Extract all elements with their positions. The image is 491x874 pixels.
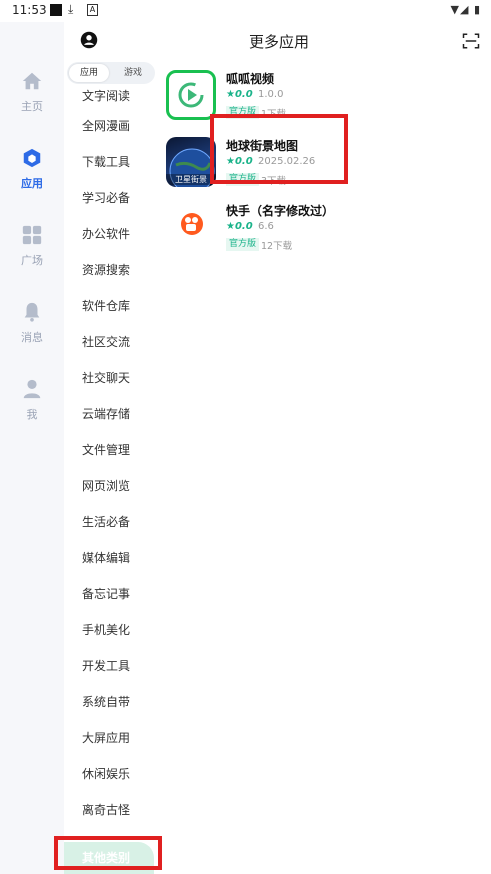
category-item[interactable]: 休闲娱乐	[64, 766, 164, 802]
status-bar: 11:53 ⤓ A ▼◢ ▮	[0, 0, 491, 22]
nav-label-square: 广场	[21, 254, 43, 267]
app-rating: ★0.0	[226, 221, 253, 232]
person-icon	[23, 379, 41, 399]
category-item[interactable]: 系统自带	[64, 694, 164, 730]
category-item[interactable]: 学习必备	[64, 190, 164, 226]
app-row[interactable]: 快手（名字修改过） ★0.0 6.6 官方版 12下载	[166, 202, 486, 262]
app-name: 呱呱视频	[226, 72, 275, 86]
home-icon	[22, 72, 42, 90]
segment-games[interactable]: 游戏	[113, 64, 153, 82]
nav-label-me: 我	[26, 408, 38, 421]
notification-a-icon: A	[87, 4, 98, 16]
category-list: 文字阅读 全网漫画 下载工具 学习必备 办公软件 资源搜索 软件仓库 社区交流 …	[64, 89, 164, 838]
category-item[interactable]: 生活必备	[64, 514, 164, 550]
page-title: 更多应用	[248, 33, 309, 51]
category-item[interactable]: 社交聊天	[64, 370, 164, 406]
category-item[interactable]: 手机美化	[64, 622, 164, 658]
official-tag: 官方版	[226, 238, 260, 251]
nav-item-home[interactable]: 主页	[0, 70, 64, 114]
notification-square-icon	[50, 4, 62, 16]
category-item[interactable]: 社区交流	[64, 334, 164, 370]
app-icon	[166, 70, 216, 120]
category-item[interactable]: 全网漫画	[64, 118, 164, 154]
category-item[interactable]: 下载工具	[64, 154, 164, 190]
category-item[interactable]: 开发工具	[64, 658, 164, 694]
category-item[interactable]: 办公软件	[64, 226, 164, 262]
nav-label-messages: 消息	[21, 331, 43, 344]
signal-battery-icon: ▼◢ ▮	[450, 3, 481, 16]
nav-label-apps: 应用	[21, 177, 43, 190]
download-count: 12下载	[261, 241, 293, 252]
download-icon: ⤓	[68, 2, 74, 16]
scan-icon[interactable]	[462, 32, 480, 50]
app-rating: ★0.0	[226, 89, 253, 100]
app-icon-caption: 卫星街景	[166, 174, 216, 185]
highlight-box-category	[54, 836, 162, 870]
category-item[interactable]: 文件管理	[64, 442, 164, 478]
category-item[interactable]: 资源搜索	[64, 262, 164, 298]
app-icon	[166, 202, 216, 252]
nav-item-messages[interactable]: 消息	[0, 301, 64, 345]
kuaishou-icon	[181, 213, 203, 235]
category-item[interactable]: 媒体编辑	[64, 550, 164, 586]
account-avatar-icon[interactable]	[80, 31, 98, 49]
app-name: 快手（名字修改过）	[226, 204, 335, 218]
bell-icon	[24, 302, 40, 322]
category-item[interactable]: 文字阅读	[64, 88, 164, 118]
nav-item-square[interactable]: 广场	[0, 224, 64, 268]
category-item[interactable]: 大屏应用	[64, 730, 164, 766]
nav-item-apps[interactable]: 应用	[0, 147, 64, 191]
status-time: 11:53	[12, 3, 47, 17]
category-item[interactable]: 云端存储	[64, 406, 164, 442]
apps-cube-icon	[23, 148, 41, 168]
grid-icon	[22, 225, 42, 245]
app-icon: 卫星街景	[166, 137, 216, 187]
nav-item-me[interactable]: 我	[0, 378, 64, 422]
app-version: 6.6	[258, 221, 274, 232]
apps-games-switch: 应用 游戏	[67, 62, 155, 84]
nav-label-home: 主页	[21, 100, 43, 113]
segment-apps[interactable]: 应用	[69, 64, 109, 82]
category-item[interactable]: 软件仓库	[64, 298, 164, 334]
category-item[interactable]: 离奇古怪	[64, 802, 164, 838]
category-item[interactable]: 网页浏览	[64, 478, 164, 514]
app-version: 1.0.0	[258, 89, 284, 100]
highlight-box-app	[210, 114, 348, 184]
category-item[interactable]: 备忘记事	[64, 586, 164, 622]
play-circle-icon	[178, 82, 204, 108]
bottom-nav-rail: 主页 应用 广场 消息 我	[0, 22, 64, 874]
